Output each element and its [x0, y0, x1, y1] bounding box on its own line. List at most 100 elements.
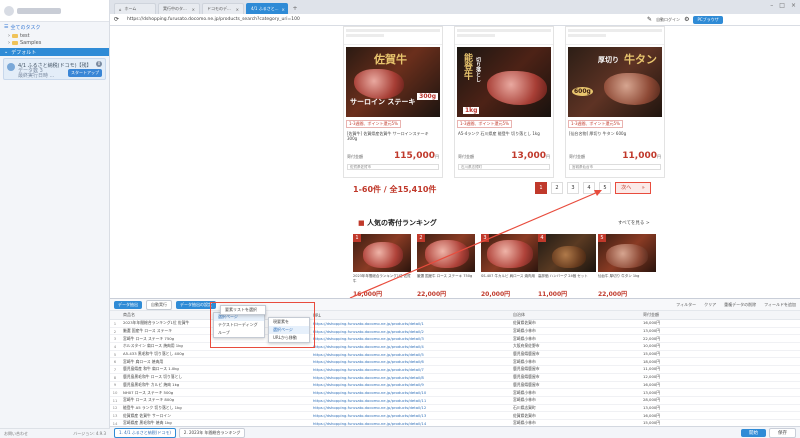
ranking-item[interactable]: 4 高評価 ハンバーグ 24個 セット 11,000円 — [538, 234, 596, 298]
product-municipality[interactable]: 佐賀県佐賀市 — [347, 164, 439, 170]
product-municipality[interactable]: 石川県志賀町 — [458, 164, 550, 170]
table-cell[interactable]: https://dshopping.furusato.docomo.ne.jp/… — [310, 359, 510, 364]
auto-login-button[interactable]: 自動ログイン — [656, 17, 680, 23]
table-cell[interactable]: 鹿児島県鹿屋市 — [510, 374, 640, 380]
page-1[interactable]: 1 — [535, 182, 547, 194]
pc-browser-button[interactable]: PCブラウザ — [693, 15, 723, 24]
ranking-image[interactable]: 1 — [353, 234, 411, 272]
table-cell[interactable]: 11,000円 — [640, 366, 700, 372]
table-row[interactable]: 7 鹿児島県産 和牛 肩ロース 1.0kg https://dshopping.fu… — [110, 366, 800, 374]
table-cell[interactable]: 佐賀県佐賀市 — [510, 413, 640, 419]
table-cell[interactable]: https://dshopping.furusato.docomo.ne.jp/… — [310, 375, 510, 380]
table-cell[interactable]: 鹿児島黒毛和牛 ロース 切り落とし — [120, 374, 310, 380]
account-header[interactable] — [0, 0, 109, 22]
auto-run-button[interactable]: 自動実行 — [146, 299, 172, 310]
table-cell[interactable]: https://dshopping.furusato.docomo.ne.jp/… — [310, 413, 510, 418]
save-button[interactable]: 保存 — [769, 427, 796, 438]
ranking-image[interactable]: 5 — [598, 234, 656, 272]
reload-icon[interactable]: ⟳ — [114, 16, 119, 23]
table-cell[interactable]: 16,000円 — [640, 382, 700, 388]
bottom-tab-2[interactable]: 2. 2023年 年間総合ランキング — [178, 427, 246, 438]
table-cell[interactable]: 13,000円 — [640, 390, 700, 396]
next-page-button[interactable]: 次へ» — [615, 182, 651, 194]
ranking-image[interactable]: 4 — [538, 234, 596, 272]
table-cell[interactable]: https://dshopping.furusato.docomo.ne.jp/… — [310, 321, 510, 326]
product-image[interactable]: 佐賀牛 サーロイン ステーキ 300g — [346, 47, 440, 117]
tab-active-task[interactable]: 4/1 ふるさと... × — [246, 3, 288, 14]
table-cell[interactable]: 16,000円 — [640, 320, 700, 326]
contact-link[interactable]: お問い合わせ — [4, 431, 28, 437]
task-card[interactable]: 4/1 ふるさと納税(ドコモ)【残】 データ数 3 最終実行日時 ... 0 ス… — [3, 58, 106, 80]
table-cell[interactable]: 18,000円 — [640, 359, 700, 365]
table-cell[interactable]: 鹿児島県鹿屋市 — [510, 382, 640, 388]
start-button[interactable]: 開始 — [741, 428, 766, 437]
minimize-icon[interactable]: – — [770, 2, 773, 9]
table-cell[interactable]: https://dshopping.furusato.docomo.ne.jp/… — [310, 329, 510, 334]
all-tasks-title[interactable]: ☰ 全てのタスク — [0, 22, 109, 32]
page-3[interactable]: 3 — [567, 182, 579, 194]
product-card[interactable]: 厚切り 牛タン 600g 1-3週間、ポイント還元5% [仙台名物] 厚切り 牛… — [565, 26, 665, 178]
ranking-image[interactable]: 3 — [481, 234, 539, 272]
add-tab-icon[interactable]: + — [290, 3, 300, 14]
table-cell[interactable]: 13,000円 — [640, 405, 700, 411]
maximize-icon[interactable]: □ — [779, 2, 785, 9]
avatar[interactable] — [4, 5, 14, 16]
dedupe-button[interactable]: 重複データの削除 — [724, 302, 756, 308]
page-2[interactable]: 2 — [551, 182, 563, 194]
table-cell[interactable]: https://dshopping.furusato.docomo.ne.jp/… — [310, 398, 510, 403]
table-cell[interactable]: 宮崎牛 肩ロース 焼肉用 — [120, 359, 310, 365]
table-cell[interactable]: 宮崎牛 ロース ステーキ 800g — [120, 397, 310, 403]
table-cell[interactable]: 宮崎県小林市 — [510, 328, 640, 334]
page-5[interactable]: 5 — [599, 182, 611, 194]
ranking-item[interactable]: 3 SS-407 牛カルビ 肩ロース 焼肉用 20,000円 — [481, 234, 539, 298]
product-image[interactable]: 能登牛 切り落とし 1kg — [457, 47, 551, 117]
table-cell[interactable]: 石川県志賀町 — [510, 405, 640, 411]
product-desc[interactable]: [仙台名物] 厚切り 牛タン 600g — [569, 131, 661, 147]
close-icon[interactable]: × — [282, 7, 285, 12]
table-cell[interactable]: 鹿児島県鹿屋市 — [510, 351, 640, 357]
table-cell[interactable]: 13,000円 — [640, 328, 700, 334]
url-field[interactable]: https://dshopping.furusato.docomo.ne.jp/… — [123, 16, 643, 24]
tab-home[interactable]: ⌂ ホーム — [114, 3, 156, 14]
table-row[interactable]: 9 鹿児島黒毛和牛 カルビ 焼肉 1kg https://dshopping.fur… — [110, 382, 800, 390]
table-row[interactable]: 5 A5-433 黒毛和牛 切り落とし 400g https://dshopping… — [110, 351, 800, 359]
table-row[interactable]: 13 佐賀県産 佐賀牛 サーロイン https://dshopping.furusa… — [110, 412, 800, 420]
table-cell[interactable]: https://dshopping.furusato.docomo.ne.jp/… — [310, 352, 510, 357]
table-cell[interactable]: 宮崎県小林市 — [510, 336, 640, 342]
filter-button[interactable]: フィルター — [676, 302, 696, 308]
close-icon[interactable]: × — [236, 7, 239, 12]
ranking-see-all-link[interactable]: すべてを見る > — [618, 220, 650, 226]
table-cell[interactable]: https://dshopping.furusato.docomo.ne.jp/… — [310, 405, 510, 410]
table-cell[interactable]: 大阪府泉佐野市 — [510, 343, 640, 349]
table-cell[interactable]: 宮崎県小林市 — [510, 397, 640, 403]
table-cell[interactable]: https://dshopping.furusato.docomo.ne.jp/… — [310, 382, 510, 387]
page-4[interactable]: 4 — [583, 182, 595, 194]
add-field-button[interactable]: フィールドを追加 — [764, 302, 796, 308]
table-cell[interactable]: 12,000円 — [640, 374, 700, 380]
table-cell[interactable]: A5-433 黒毛和牛 切り落とし 400g — [120, 351, 310, 357]
table-row[interactable]: 8 鹿児島黒毛和牛 ロース 切り落とし https://dshopping.furu… — [110, 374, 800, 382]
ranking-item[interactable]: 1 2023年年間総合ランキング1位 佐賀牛 16,000円 — [353, 234, 411, 298]
table-cell[interactable]: https://dshopping.furusato.docomo.ne.jp/… — [310, 336, 510, 341]
project-default[interactable]: ⌄ デフォルト — [0, 48, 109, 56]
table-cell[interactable]: NH07 ロース ステーキ 500g — [120, 390, 310, 396]
settings-icon[interactable]: ⚙ — [684, 16, 689, 23]
table-row[interactable]: 12 能登牛 A5 ランク 切り落とし 1kg https://dshopping.… — [110, 405, 800, 413]
table-row[interactable]: 11 宮崎牛 ロース ステーキ 800g https://dshopping.fur… — [110, 397, 800, 405]
table-cell[interactable]: 佐賀県佐賀市 — [510, 320, 640, 326]
table-cell[interactable]: 鹿児島県産 和牛 肩ロース 1.0kg — [120, 366, 310, 372]
clear-button[interactable]: クリア — [704, 302, 716, 308]
extract-data-button[interactable]: データ抽出 — [114, 300, 142, 309]
table-cell[interactable]: 宮崎県小林市 — [510, 359, 640, 365]
table-cell[interactable]: https://dshopping.furusato.docomo.ne.jp/… — [310, 367, 510, 372]
table-row[interactable]: 6 宮崎牛 肩ロース 焼肉用 https://dshopping.furusato.… — [110, 358, 800, 367]
product-card[interactable]: 佐賀牛 サーロイン ステーキ 300g 1-3週間、ポイント還元5% [佐賀牛]… — [343, 26, 443, 178]
product-desc[interactable]: A5-4ランク 石川県産 能登牛 切り落とし 1kg — [458, 131, 550, 147]
table-cell[interactable]: 佐賀県産 佐賀牛 サーロイン — [120, 413, 310, 419]
ranking-image[interactable]: 2 — [417, 234, 475, 272]
tab-docomo[interactable]: ドコモのデ... × — [202, 3, 244, 14]
tab-running[interactable]: 実行中のタ... × — [158, 3, 200, 14]
table-cell[interactable]: 28,000円 — [640, 397, 700, 403]
table-cell[interactable]: 22,000円 — [640, 336, 700, 342]
bottom-tab-1[interactable]: 1. 4/1 ふるさと納税(ドコモ) — [114, 427, 176, 438]
